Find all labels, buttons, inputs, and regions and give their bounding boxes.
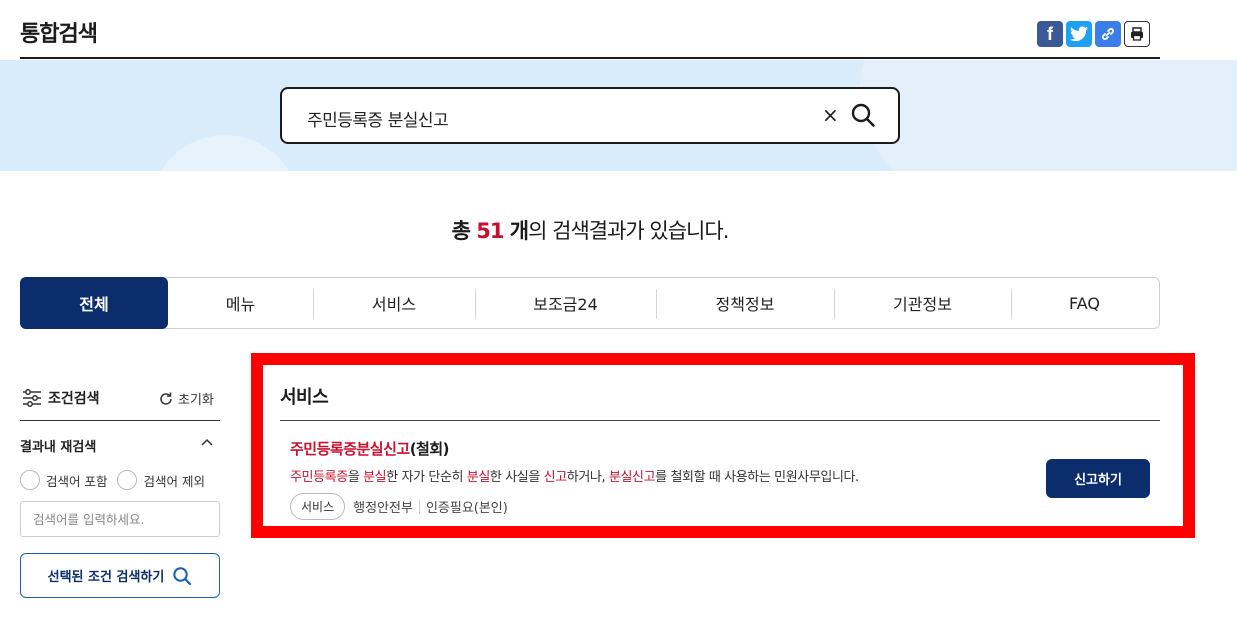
category-tabs: 전체 메뉴 서비스 보조금24 정책정보 기관정보 FAQ (20, 277, 1160, 329)
reset-button[interactable]: 초기화 (158, 389, 214, 408)
facebook-icon: f (1047, 23, 1053, 44)
refine-options: 검색어 포함 검색어 제외 (20, 470, 205, 490)
tab-menu[interactable]: 메뉴 (168, 278, 313, 328)
agency-label: 행정안전부 (353, 501, 413, 516)
tab-subsidy24[interactable]: 보조금24 (475, 278, 656, 328)
copy-link-button[interactable] (1095, 21, 1121, 47)
tab-agency-info[interactable]: 기관정보 (834, 278, 1011, 328)
section-title: 서비스 (280, 387, 329, 408)
link-icon (1102, 28, 1114, 40)
print-icon (1131, 27, 1143, 41)
category-chip: 서비스 (290, 493, 346, 520)
refine-search-section: 결과내 재검색 (20, 436, 220, 455)
filter-header: 조건검색 초기화 (20, 385, 220, 421)
result-count: 총 51 개의 검색결과가 있습니다. (451, 219, 730, 243)
refine-search-title: 결과내 재검색 (20, 440, 97, 455)
refine-keyword-input[interactable] (20, 501, 220, 537)
tab-all[interactable]: 전체 (20, 277, 168, 329)
print-button[interactable] (1124, 21, 1150, 47)
tab-service[interactable]: 서비스 (313, 278, 475, 328)
search-icon[interactable] (850, 102, 876, 128)
refresh-icon (160, 392, 172, 405)
exclude-keyword-radio[interactable]: 검색어 제외 (117, 470, 205, 490)
result-item-meta: 서비스 행정안전부 인증필요(본인) (290, 493, 508, 520)
facebook-share-button[interactable]: f (1037, 21, 1063, 47)
share-toolbar: f (1037, 21, 1150, 47)
filter-title: 조건검색 (48, 391, 100, 407)
search-box[interactable]: 주민등록증 분실신고 × (280, 87, 900, 144)
chevron-up-icon[interactable] (200, 436, 214, 450)
filter-sliders-icon (23, 389, 41, 407)
result-item-description: 주민등록증을 분실한 자가 단순히 분실한 사실을 신고하거나, 분실신고를 철… (290, 470, 859, 485)
title-divider (20, 57, 1160, 59)
report-button[interactable]: 신고하기 (1046, 459, 1150, 498)
twitter-share-button[interactable] (1066, 21, 1092, 47)
include-keyword-radio[interactable]: 검색어 포함 (20, 470, 107, 490)
apply-filter-button[interactable]: 선택된 조건 검색하기 (20, 553, 220, 598)
search-input[interactable]: 주민등록증 분실신고 (307, 106, 449, 131)
page-title: 통합검색 (20, 22, 98, 47)
auth-label: 인증필요(본인) (425, 501, 508, 516)
tab-faq[interactable]: FAQ (1011, 278, 1158, 328)
clear-search-button[interactable]: × (822, 103, 839, 127)
section-divider (280, 420, 1160, 421)
result-item-title[interactable]: 주민등록증분실신고(철회) (290, 438, 450, 459)
twitter-icon (1070, 26, 1088, 42)
tab-policy-info[interactable]: 정책정보 (656, 278, 834, 328)
search-icon (173, 566, 192, 585)
result-count-number: 51 (476, 219, 504, 243)
